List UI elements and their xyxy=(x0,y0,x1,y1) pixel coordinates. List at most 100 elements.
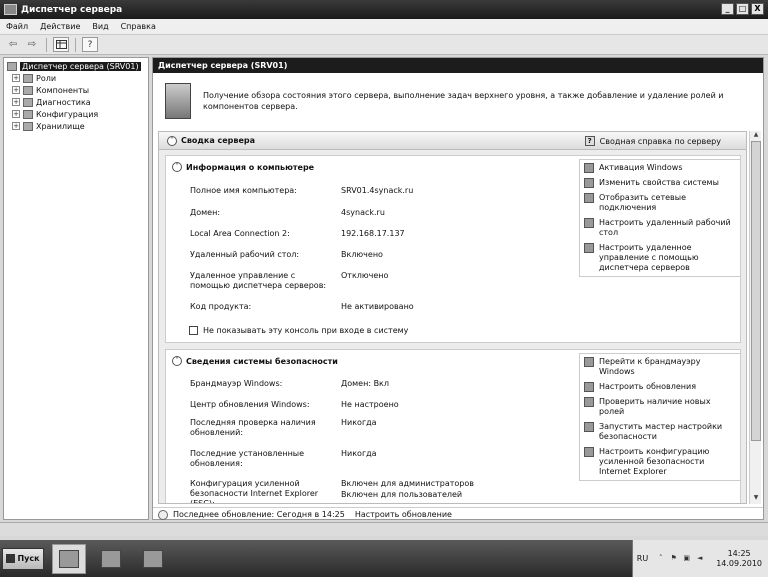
maximize-button[interactable]: □ xyxy=(736,3,749,15)
scroll-up-icon[interactable]: ▲ xyxy=(751,131,761,141)
taskbar-server-manager[interactable] xyxy=(52,543,86,574)
expand-icon[interactable]: + xyxy=(12,110,20,118)
collapse-icon[interactable]: ˄ xyxy=(172,162,182,172)
activation-key-icon xyxy=(584,163,594,173)
hide-console-option[interactable]: Не показывать эту консоль при входе в си… xyxy=(189,326,408,335)
task-label: Настроить удаленный рабочий стол xyxy=(599,218,731,237)
status-bar xyxy=(0,522,768,536)
flag-icon[interactable]: ⚑ xyxy=(669,554,678,563)
task-ie-esc[interactable]: Настроить конфигурацию усиленной безопас… xyxy=(584,447,736,477)
toolbar-separator xyxy=(46,37,47,52)
taskbar: Пуск RU ˄ ⚑ ▣ ◄ 14:25 14.09.2010 xyxy=(0,540,768,577)
roles-icon xyxy=(23,73,33,83)
field-label: Конфигурация усиленной безопасности Inte… xyxy=(190,479,319,504)
tree-item-server-manager[interactable]: Диспетчер сервера (SRV01) xyxy=(4,60,148,72)
scrollbar-thumb[interactable] xyxy=(751,141,761,441)
back-arrow-icon[interactable]: ⇦ xyxy=(5,37,21,52)
ie-security-icon xyxy=(584,447,594,457)
collapse-icon[interactable]: ˄ xyxy=(167,135,177,146)
expand-icon[interactable]: + xyxy=(12,98,20,106)
task-label: Перейти к брандмауэру Windows xyxy=(599,357,701,376)
summary-help-link[interactable]: ? Сводная справка по серверу xyxy=(584,136,721,146)
forward-arrow-icon[interactable]: ⇨ xyxy=(24,37,40,52)
clock[interactable]: 14:25 14.09.2010 xyxy=(716,549,762,569)
console-tree-icon[interactable] xyxy=(53,37,69,52)
features-icon xyxy=(23,85,33,95)
computer-info-header[interactable]: ˄ Информация о компьютере xyxy=(172,162,314,172)
expand-icon[interactable]: + xyxy=(12,74,20,82)
field-value: Включено xyxy=(341,250,383,259)
network-icon xyxy=(584,193,594,203)
field-label: Удаленный рабочий стол: xyxy=(190,250,300,259)
task-label: Изменить свойства системы xyxy=(599,178,719,187)
tree-item-storage[interactable]: + Хранилище xyxy=(4,120,148,132)
server-manager-large-icon xyxy=(165,83,191,119)
configuration-icon xyxy=(23,109,33,119)
server-manager-icon xyxy=(59,549,79,568)
security-info-tasks: Перейти к брандмауэру Windows Настроить … xyxy=(579,353,741,481)
task-system-properties[interactable]: Изменить свойства системы xyxy=(584,178,736,188)
tree-item-roles[interactable]: + Роли xyxy=(4,72,148,84)
tree-item-diagnostics[interactable]: + Диагностика xyxy=(4,96,148,108)
field-value: Никогда xyxy=(341,449,377,458)
security-info-header[interactable]: ˄ Сведения системы безопасности xyxy=(172,356,338,366)
show-hidden-icons[interactable]: ˄ xyxy=(656,554,665,563)
close-button[interactable]: X xyxy=(751,3,764,15)
task-network-connections[interactable]: Отобразить сетевые подключения xyxy=(584,193,736,213)
details-pane: Диспетчер сервера (SRV01) Получение обзо… xyxy=(152,57,764,520)
taskbar-powershell[interactable] xyxy=(94,544,128,574)
configure-refresh-link[interactable]: Настроить обновление xyxy=(355,510,452,519)
folder-icon xyxy=(143,549,163,568)
powershell-icon xyxy=(101,549,121,568)
task-remote-desktop[interactable]: Настроить удаленный рабочий стол xyxy=(584,218,736,238)
task-security-wizard[interactable]: Запустить мастер настройки безопасности xyxy=(584,422,736,442)
field-value: Никогда xyxy=(341,418,377,427)
task-check-roles[interactable]: Проверить наличие новых ролей xyxy=(584,397,736,417)
tree-item-features[interactable]: + Компоненты xyxy=(4,84,148,96)
refresh-status: Последнее обновление: Сегодня в 14:25 На… xyxy=(153,507,763,521)
field-label: Удаленное управление с помощью диспетчер… xyxy=(190,271,327,290)
tree-item-label: Диагностика xyxy=(36,97,91,107)
toolbar-separator xyxy=(75,37,76,52)
minimize-button[interactable]: _ xyxy=(721,3,734,15)
section-title: Информация о компьютере xyxy=(186,162,315,172)
field-label: Центр обновления Windows: xyxy=(190,400,310,409)
menu-action[interactable]: Действие xyxy=(40,22,80,31)
field-value: 4synack.ru xyxy=(341,208,385,217)
tree-item-configuration[interactable]: + Конфигурация xyxy=(4,108,148,120)
security-info-section: ˄ Сведения системы безопасности Брандмау… xyxy=(165,349,741,504)
intro-text: Получение обзора состояния этого сервера… xyxy=(203,91,724,111)
hide-console-checkbox[interactable] xyxy=(189,326,198,335)
menu-help[interactable]: Справка xyxy=(121,22,156,31)
field-value: Не активировано xyxy=(341,302,414,311)
field-value: 192.168.17.137 xyxy=(341,229,405,238)
server-summary-header[interactable]: ˄ Сводка сервера ? Сводная справка по се… xyxy=(159,132,746,150)
menu-view[interactable]: Вид xyxy=(92,22,108,31)
taskbar-explorer[interactable] xyxy=(136,544,170,574)
vertical-scrollbar[interactable]: ▲ ▼ xyxy=(749,131,761,504)
language-indicator[interactable]: RU xyxy=(637,554,648,563)
task-firewall[interactable]: Перейти к брандмауэру Windows xyxy=(584,357,736,377)
network-tray-icon[interactable]: ▣ xyxy=(682,554,691,563)
task-activate-windows[interactable]: Активация Windows xyxy=(584,163,736,173)
task-configure-updates[interactable]: Настроить обновления xyxy=(584,382,736,392)
storage-icon xyxy=(23,121,33,131)
volume-icon[interactable]: ◄ xyxy=(695,554,704,563)
windows-logo-icon xyxy=(6,554,16,563)
task-remote-management[interactable]: Настроить удаленное управление с помощью… xyxy=(584,243,736,273)
server-icon xyxy=(7,61,17,71)
field-value: Отключено xyxy=(341,271,389,280)
firewall-icon xyxy=(584,357,594,367)
menu-bar: Файл Действие Вид Справка xyxy=(0,19,768,35)
scroll-down-icon[interactable]: ▼ xyxy=(751,494,761,504)
field-label: Последняя проверка наличия обновлений: xyxy=(190,418,316,437)
task-label: Отобразить сетевые подключения xyxy=(599,193,686,212)
help-icon[interactable]: ? xyxy=(82,37,98,52)
expand-icon[interactable]: + xyxy=(12,122,20,130)
refresh-icon xyxy=(158,509,168,520)
collapse-icon[interactable]: ˄ xyxy=(172,356,182,366)
field-label: Код продукта: xyxy=(190,302,252,311)
expand-icon[interactable]: + xyxy=(12,86,20,94)
start-button[interactable]: Пуск xyxy=(2,547,44,570)
menu-file[interactable]: Файл xyxy=(6,22,28,31)
